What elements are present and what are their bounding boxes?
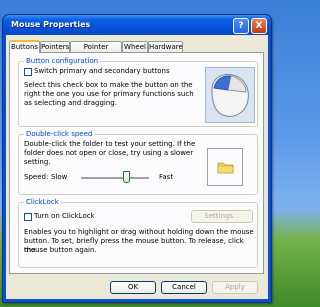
double-click-speed-track (81, 177, 149, 180)
ok-button[interactable]: OK (110, 281, 156, 294)
cancel-button[interactable]: Cancel (161, 281, 207, 294)
button-config-description-line-1: Select this check box to make the button… (24, 81, 193, 89)
dialog-body: Buttons Pointers Pointer Options Wheel H… (6, 35, 268, 299)
switch-buttons-checkbox[interactable] (24, 68, 32, 76)
button-config-description-line-2: right the one you use for primary functi… (24, 90, 194, 98)
mouse-icon (211, 74, 249, 117)
folder-icon (217, 162, 234, 174)
clicklock-label: Turn on ClickLock (34, 212, 95, 220)
double-click-description-line-3: setting. (24, 158, 51, 166)
double-click-speed-group: Double-click speed Double-click the fold… (18, 130, 258, 195)
double-click-speed-slider-thumb[interactable] (123, 171, 130, 183)
title-bar[interactable]: Mouse Properties ? X (3, 15, 271, 35)
button-configuration-group: Button configuration Switch primary and … (18, 57, 258, 127)
window-title: Mouse Properties (11, 20, 91, 29)
double-click-speed-legend: Double-click speed (24, 130, 95, 138)
tab-pointer-options[interactable]: Pointer Options (70, 41, 122, 62)
test-folder-box[interactable] (207, 148, 243, 186)
tab-pointers[interactable]: Pointers (40, 41, 70, 52)
fast-label: Fast (159, 173, 174, 181)
tab-wheel[interactable]: Wheel (122, 41, 148, 52)
clicklock-checkbox[interactable] (24, 213, 32, 221)
double-click-description-line-2: folder does not open or close, try using… (24, 149, 194, 157)
button-config-description-line-3: as selecting and dragging. (24, 99, 117, 107)
mouse-properties-window: Mouse Properties ? X Buttons Pointers Po… (2, 14, 272, 303)
clicklock-description-line-1: Enables you to highlight or drag without… (24, 228, 254, 236)
slow-label: Slow (51, 173, 68, 181)
help-button[interactable]: ? (233, 18, 249, 34)
clicklock-legend: ClickLock (24, 198, 61, 206)
double-click-description-line-1: Double-click the folder to test your set… (24, 140, 196, 148)
clicklock-description-line-3: mouse button again. (24, 246, 97, 254)
clicklock-settings-button[interactable]: Settings... (191, 210, 253, 223)
tab-hardware[interactable]: Hardware (148, 41, 183, 52)
tab-buttons[interactable]: Buttons (9, 40, 40, 53)
mouse-illustration (205, 67, 255, 123)
buttons-tab-panel: Button configuration Switch primary and … (9, 52, 264, 274)
speed-label: Speed: (24, 173, 49, 181)
close-button[interactable]: X (251, 18, 267, 34)
switch-buttons-label: Switch primary and secondary buttons (34, 67, 170, 75)
clicklock-group: ClickLock Turn on ClickLock Settings... … (18, 198, 258, 268)
apply-button[interactable]: Apply (212, 281, 258, 294)
button-configuration-legend: Button configuration (24, 57, 101, 65)
